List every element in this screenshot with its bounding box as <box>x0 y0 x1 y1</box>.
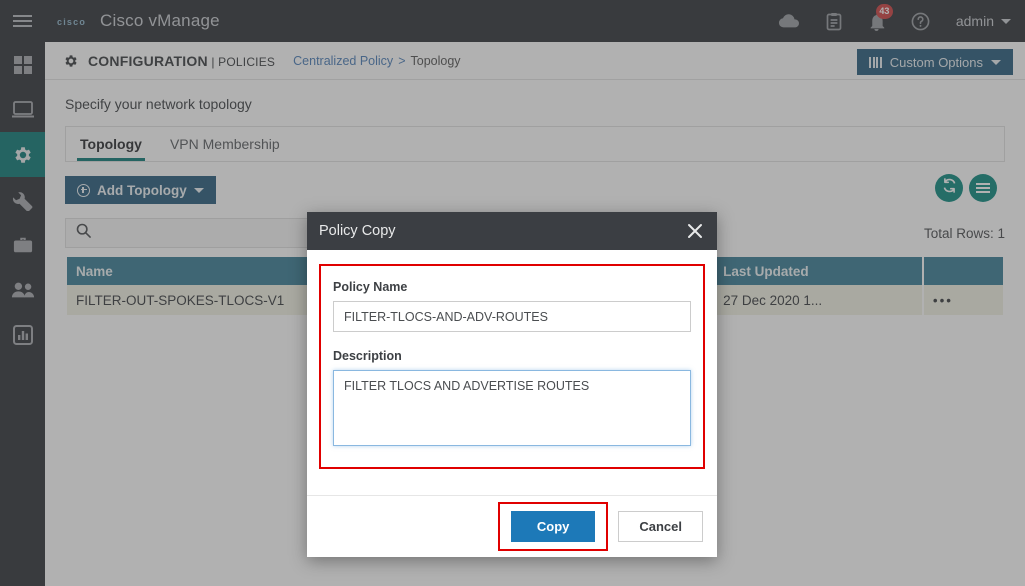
dialog-title: Policy Copy <box>319 223 396 239</box>
policy-copy-dialog: Policy Copy Policy Name Description Copy… <box>307 212 717 557</box>
copy-button[interactable]: Copy <box>511 511 596 542</box>
app-root: cisco Cisco vManage 43 admin <box>0 0 1025 586</box>
close-icon[interactable] <box>685 221 705 241</box>
form-highlight-box: Policy Name Description <box>319 264 705 469</box>
policy-name-input[interactable] <box>333 301 691 332</box>
dialog-body: Policy Name Description <box>307 250 717 495</box>
description-input[interactable] <box>333 370 691 446</box>
dialog-footer: Copy Cancel <box>307 495 717 557</box>
policy-name-label: Policy Name <box>333 280 691 294</box>
cancel-button[interactable]: Cancel <box>618 511 703 542</box>
copy-button-highlight: Copy <box>498 502 609 551</box>
description-label: Description <box>333 349 691 363</box>
dialog-header: Policy Copy <box>307 212 717 250</box>
